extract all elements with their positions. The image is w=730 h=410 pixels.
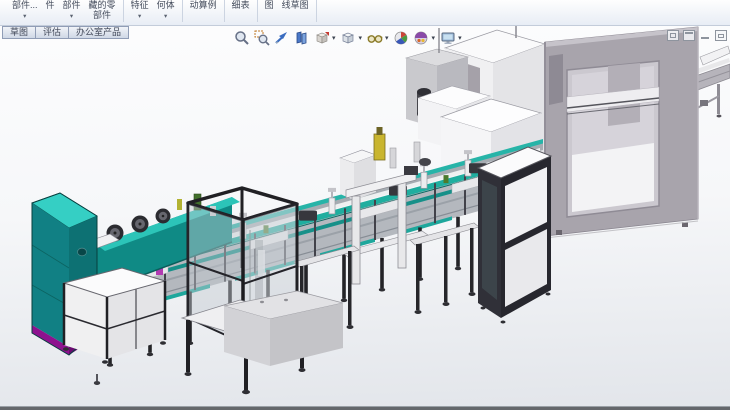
toolbar-button-component-pattern[interactable]: 部件 ▾ [59, 0, 85, 26]
tab-office-products[interactable]: 办公室产品 [68, 26, 129, 39]
chevron-down-icon: ▾ [70, 12, 73, 22]
tab-evaluate[interactable]: 评估 [35, 26, 69, 39]
window-maximize-icon[interactable] [683, 30, 695, 41]
toolbar-button-bill-of-materials[interactable]: 细表 [228, 0, 254, 26]
toolbar-button-assembly-features[interactable]: 特征 ▾ [127, 0, 153, 26]
chevron-down-icon[interactable]: ▾ [359, 34, 363, 42]
toolbar-button-show-hidden-components[interactable]: 藏的零 部件 [85, 0, 120, 26]
zoom-to-area-icon[interactable] [253, 29, 270, 46]
bottom-status-strip [0, 406, 730, 410]
edit-appearance-icon[interactable] [393, 29, 410, 46]
toolbar-button-reference-geometry[interactable]: 何体 ▾ [153, 0, 179, 26]
toolbar-button-label: 特征 [131, 0, 149, 10]
model-rack-cabinet[interactable] [478, 147, 551, 324]
window-restore-icon[interactable] [667, 30, 679, 41]
heads-up-view-toolbar: ▾ ▾ ▾ ▾ [233, 29, 463, 46]
toolbar-button-label: 件 [46, 0, 55, 10]
chevron-down-icon: ▾ [23, 12, 26, 22]
apply-scene-icon[interactable] [413, 29, 430, 46]
toolbar-separator [182, 0, 183, 22]
model-white-trolley-cart[interactable] [63, 268, 166, 385]
chevron-down-icon[interactable]: ▾ [432, 34, 436, 42]
toolbar-button-label: 部件 [63, 0, 81, 10]
tab-label: 草图 [10, 27, 28, 37]
toolbar-button-label: 细表 [232, 0, 250, 10]
toolbar-button-label: 图 [265, 0, 274, 10]
toolbar-button-label-line2: 部件 [93, 10, 111, 20]
chevron-down-icon: ▾ [164, 12, 167, 22]
toolbar-separator [224, 0, 225, 22]
toolbar-button-label: 何体 [157, 0, 175, 10]
command-manager-tabs: 草图 评估 办公室产品 [2, 26, 128, 39]
toolbar-separator [257, 0, 258, 22]
section-view-icon[interactable] [293, 29, 310, 46]
toolbar-button-mate[interactable]: 件 [42, 0, 59, 26]
display-style-icon[interactable] [340, 29, 357, 46]
toolbar-separator [123, 0, 124, 22]
window-minimize-icon[interactable] [699, 30, 711, 41]
toolbar-button-label: 部件... [12, 0, 38, 10]
zoom-to-fit-icon[interactable] [233, 29, 250, 46]
tab-sketch[interactable]: 草图 [2, 26, 36, 39]
tab-label: 评估 [43, 27, 61, 37]
chevron-down-icon: ▾ [138, 12, 141, 22]
graphics-viewport-3d[interactable] [0, 0, 730, 410]
toolbar-button-label: 藏的零 [89, 0, 116, 10]
toolbar-button-explode-line-sketch[interactable]: 线草图 [278, 0, 313, 26]
tab-label: 办公室产品 [76, 27, 121, 37]
view-orientation-icon[interactable] [313, 29, 330, 46]
model-gray-housing-tunnel[interactable] [545, 27, 698, 238]
hide-show-items-icon[interactable] [366, 29, 383, 46]
command-manager-toolbar: 部件... ▾ 件 部件 ▾ 藏的零 部件 特征 ▾ 何体 ▾ 动算例 细表 图… [0, 0, 730, 26]
toolbar-button-insert-components[interactable]: 部件... ▾ [8, 0, 42, 26]
view-settings-icon[interactable] [439, 29, 456, 46]
model-floor-gray-box[interactable] [224, 291, 343, 366]
toolbar-button-label: 线草图 [282, 0, 309, 10]
chevron-down-icon[interactable]: ▾ [385, 34, 389, 42]
toolbar-button-exploded-view[interactable]: 图 [261, 0, 278, 26]
chevron-down-icon[interactable]: ▾ [458, 34, 462, 42]
window-document-icon[interactable] [715, 30, 727, 41]
toolbar-separator [316, 0, 317, 22]
previous-view-icon[interactable] [273, 29, 290, 46]
model-frame-tower-enclosure[interactable] [182, 188, 306, 394]
toolbar-button-motion-study[interactable]: 动算例 [186, 0, 221, 26]
toolbar-button-label: 动算例 [190, 0, 217, 10]
document-window-controls [667, 30, 727, 41]
chevron-down-icon[interactable]: ▾ [332, 34, 336, 42]
